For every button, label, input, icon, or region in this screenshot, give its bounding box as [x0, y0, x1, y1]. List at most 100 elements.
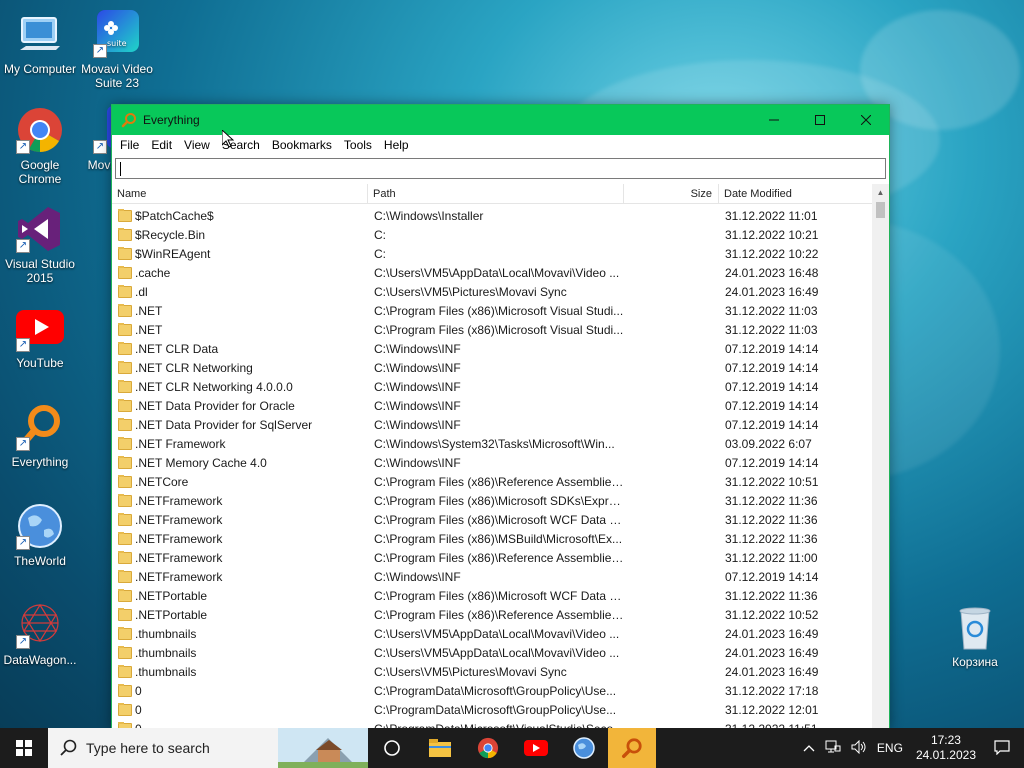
- desktop-icon-my-computer[interactable]: My Computer: [0, 10, 80, 76]
- folder-icon: [118, 284, 132, 298]
- file-name: .NET Memory Cache 4.0: [135, 455, 267, 470]
- input-language-indicator[interactable]: ENG: [872, 741, 908, 755]
- desktop-icon-label: Google Chrome: [18, 158, 62, 186]
- table-row[interactable]: .NET CLR Networking 4.0.0.0 C:\Windows\IN…: [112, 377, 873, 396]
- table-row[interactable]: .thumbnails C:\Users\VM5\AppData\Local\Mo…: [112, 624, 873, 643]
- network-icon[interactable]: [820, 740, 846, 757]
- clock[interactable]: 17:23 24.01.2023: [908, 733, 984, 763]
- table-row[interactable]: .NET Memory Cache 4.0 C:\Windows\INF 07.12…: [112, 453, 873, 472]
- folder-icon: [118, 322, 132, 336]
- file-name: 0: [135, 683, 142, 698]
- everything-icon: [121, 113, 136, 128]
- menu-edit[interactable]: Edit: [145, 138, 178, 152]
- file-name: 0: [135, 702, 142, 717]
- column-size-header[interactable]: Size: [624, 184, 719, 204]
- scroll-thumb[interactable]: [876, 202, 885, 218]
- taskbar-theworld[interactable]: [560, 728, 608, 768]
- table-row[interactable]: $Recycle.Bin C: 31.12.2022 10:21: [112, 225, 873, 244]
- desktop-icon-label: Корзина: [952, 655, 998, 669]
- desktop-icon-visual-studio[interactable]: ↗ Visual Studio 2015: [0, 205, 80, 285]
- volume-icon[interactable]: [846, 739, 872, 757]
- table-row[interactable]: $WinREAgent C: 31.12.2022 10:22: [112, 244, 873, 263]
- table-row[interactable]: .dl C:\Users\VM5\Pictures\Movavi Sync 24.0…: [112, 282, 873, 301]
- table-row[interactable]: .NET Data Provider for SqlServer C:\Windo…: [112, 415, 873, 434]
- table-row[interactable]: .NET CLR Networking C:\Windows\INF 07.12.2…: [112, 358, 873, 377]
- column-name-header[interactable]: Name: [112, 184, 368, 204]
- table-row[interactable]: .thumbnails C:\Users\VM5\Pictures\Movavi …: [112, 662, 873, 681]
- desktop-icon-everything[interactable]: ↗ Everything: [0, 403, 80, 469]
- desktop-icon-label: Everything: [11, 455, 69, 469]
- desktop-icon-youtube[interactable]: ↗ YouTube: [0, 304, 80, 370]
- taskbar-file-explorer[interactable]: [416, 728, 464, 768]
- table-row[interactable]: .NET Data Provider for Oracle C:\Windows\…: [112, 396, 873, 415]
- cell-date: 07.12.2019 14:14: [725, 455, 819, 470]
- table-row[interactable]: .NETCore C:\Program Files (x86)\Reference…: [112, 472, 873, 491]
- folder-icon: [118, 664, 132, 678]
- table-row[interactable]: .NETPortable C:\Program Files (x86)\Micro…: [112, 586, 873, 605]
- file-name: .NET CLR Data: [135, 341, 219, 356]
- folder-icon: [118, 417, 132, 431]
- cell-date: 31.12.2022 10:22: [725, 246, 819, 261]
- cell-path: C:: [374, 246, 386, 261]
- table-row[interactable]: .cache C:\Users\VM5\AppData\Local\Movavi\…: [112, 263, 873, 282]
- folder-icon: [118, 569, 132, 583]
- menu-tools[interactable]: Tools: [338, 138, 378, 152]
- vertical-scrollbar[interactable]: ▲: [872, 184, 889, 731]
- cell-name: 0: [112, 702, 368, 717]
- task-view-button[interactable]: [368, 728, 416, 768]
- table-row[interactable]: .NET C:\Program Files (x86)\Microsoft Vis…: [112, 301, 873, 320]
- folder-icon: [118, 607, 132, 621]
- table-row[interactable]: .NETFramework C:\Windows\INF 07.12.2019 14…: [112, 567, 873, 586]
- cell-name: .NETPortable: [112, 607, 368, 622]
- notification-center-icon[interactable]: [984, 739, 1024, 758]
- taskbar-search-box[interactable]: Type here to search: [48, 728, 368, 768]
- table-row[interactable]: .NETFramework C:\Program Files (x86)\Refe…: [112, 548, 873, 567]
- cell-name: .NETPortable: [112, 588, 368, 603]
- table-row[interactable]: .NET Framework C:\Windows\System32\Tasks\…: [112, 434, 873, 453]
- file-explorer-icon: [429, 739, 451, 757]
- table-row[interactable]: 0 C:\ProgramData\Microsoft\GroupPolicy\Us…: [112, 700, 873, 719]
- cell-name: .NET: [112, 322, 368, 337]
- menu-bookmarks[interactable]: Bookmarks: [266, 138, 338, 152]
- folder-icon: [118, 379, 132, 393]
- close-button[interactable]: [843, 105, 889, 135]
- task-view-icon: [384, 740, 400, 756]
- table-row[interactable]: .thumbnails C:\Users\VM5\AppData\Local\Mo…: [112, 643, 873, 662]
- menu-help[interactable]: Help: [378, 138, 415, 152]
- svg-text:suite: suite: [107, 39, 127, 48]
- youtube-icon: ↗: [16, 304, 64, 352]
- show-hidden-icons-chevron-up-icon[interactable]: [798, 741, 820, 755]
- desktop-icon-recycle-bin[interactable]: Корзина: [935, 603, 1015, 669]
- table-row[interactable]: .NETFramework C:\Program Files (x86)\Micr…: [112, 510, 873, 529]
- table-row[interactable]: .NET C:\Program Files (x86)\Microsoft Vis…: [112, 320, 873, 339]
- column-path-header[interactable]: Path: [368, 184, 624, 204]
- desktop-icon-label: DataWagon...: [3, 653, 77, 667]
- menu-file[interactable]: File: [114, 138, 145, 152]
- folder-icon: [118, 588, 132, 602]
- table-row[interactable]: 0 C:\ProgramData\Microsoft\GroupPolicy\Us…: [112, 681, 873, 700]
- table-row[interactable]: $PatchCache$ C:\Windows\Installer 31.12.20…: [112, 206, 873, 225]
- column-date-header[interactable]: Date Modified: [719, 184, 873, 204]
- cell-path: C:\Program Files (x86)\Microsoft SDKs\Ex…: [374, 493, 624, 508]
- table-row[interactable]: .NETPortable C:\Program Files (x86)\Refer…: [112, 605, 873, 624]
- cell-path: C:\Windows\INF: [374, 569, 461, 584]
- taskbar-chrome[interactable]: [464, 728, 512, 768]
- scroll-up-arrow[interactable]: ▲: [872, 184, 889, 201]
- search-input[interactable]: [115, 158, 886, 179]
- table-row[interactable]: .NETFramework C:\Program Files (x86)\Micr…: [112, 491, 873, 510]
- file-name: .NETPortable: [135, 588, 208, 603]
- taskbar-everything[interactable]: [608, 728, 656, 768]
- table-row[interactable]: .NETFramework C:\Program Files (x86)\MSBu…: [112, 529, 873, 548]
- desktop-icon-datawagon[interactable]: ↗ DataWagon...: [0, 601, 80, 667]
- menu-view[interactable]: View: [178, 138, 216, 152]
- desktop-icon-google-chrome[interactable]: ↗ Google Chrome: [0, 106, 80, 186]
- table-row[interactable]: .NET CLR Data C:\Windows\INF 07.12.2019 14…: [112, 339, 873, 358]
- start-button[interactable]: [0, 728, 48, 768]
- taskbar: Type here to search ENG 17:23 24.01.2023: [0, 728, 1024, 768]
- desktop-icon-theworld[interactable]: ↗ TheWorld: [0, 502, 80, 568]
- maximize-button[interactable]: [797, 105, 843, 135]
- taskbar-youtube[interactable]: [512, 728, 560, 768]
- minimize-button[interactable]: [751, 105, 797, 135]
- cell-date: 31.12.2022 11:01: [725, 208, 818, 223]
- desktop-icon-movavi-suite[interactable]: suite ↗ Movavi Video Suite 23: [77, 10, 157, 90]
